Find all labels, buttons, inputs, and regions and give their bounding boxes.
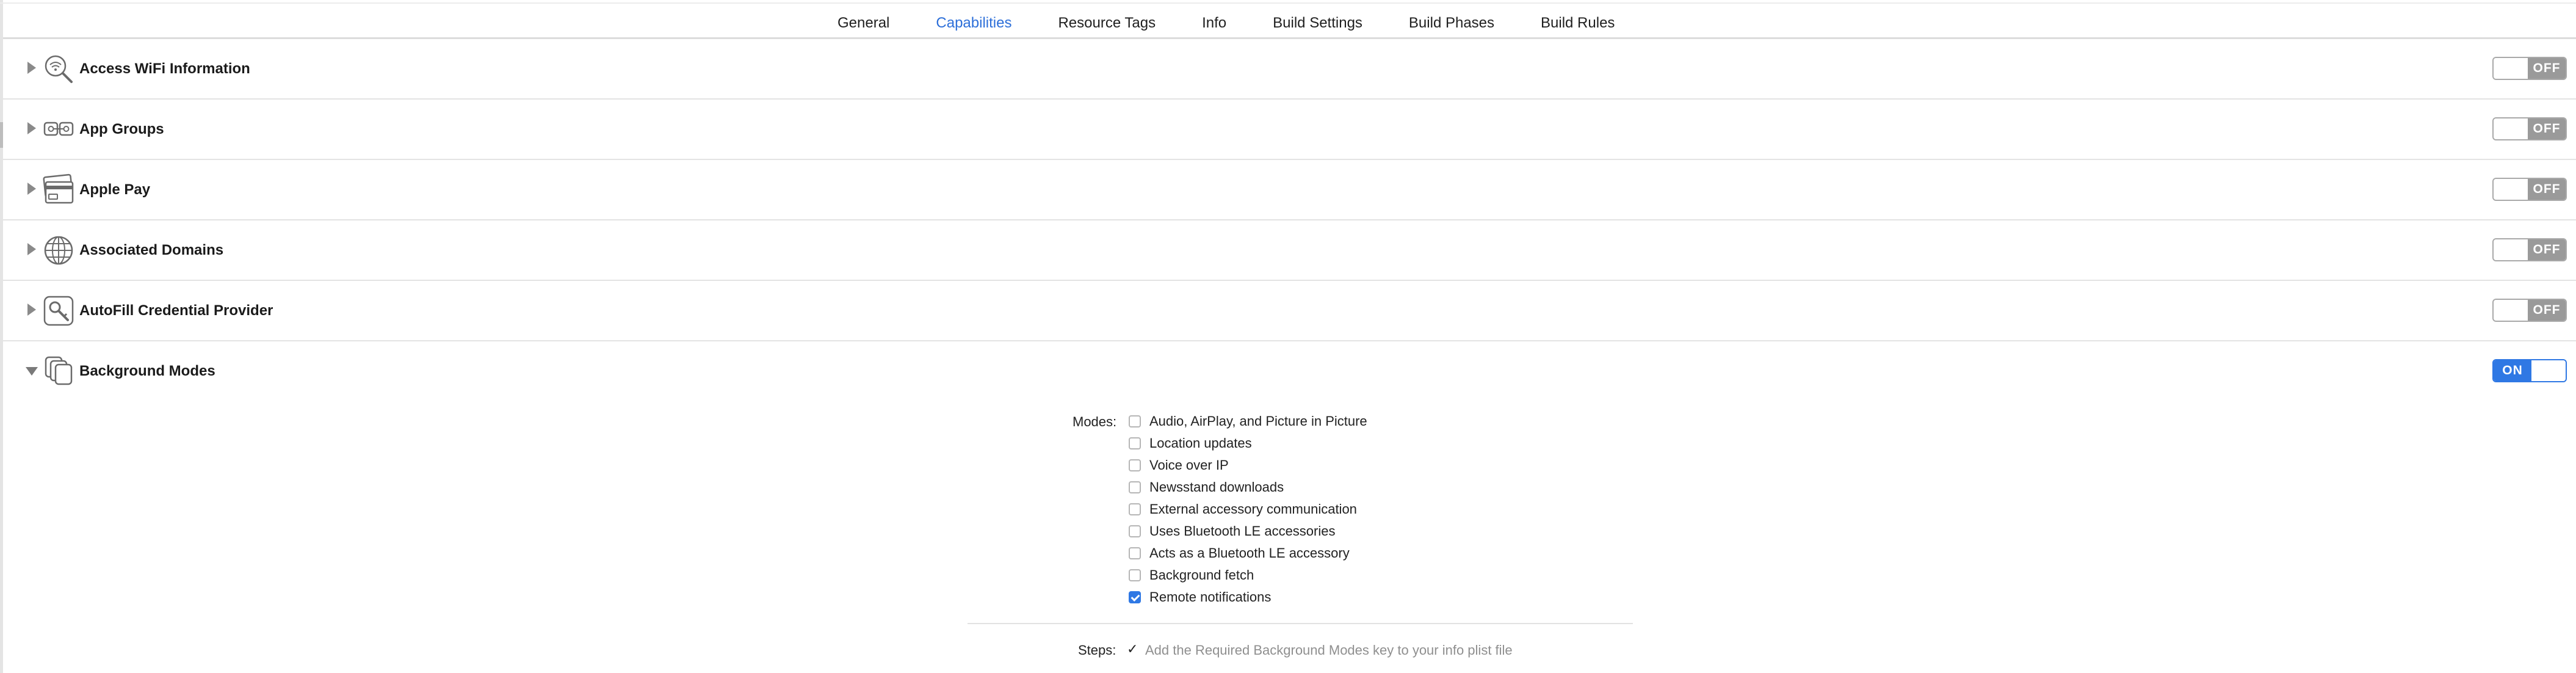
- disclosure-triangle[interactable]: [27, 304, 36, 316]
- toggle-state-label: ON: [2494, 360, 2531, 381]
- tab-general[interactable]: General: [838, 12, 889, 34]
- mode-label: Location updates: [1149, 435, 1252, 451]
- disclosure-triangle[interactable]: [27, 243, 36, 255]
- toggle-state-label: OFF: [2528, 58, 2566, 79]
- tab-capabilities[interactable]: Capabilities: [936, 12, 1011, 34]
- mode-label: Background fetch: [1149, 567, 1254, 583]
- mode-option[interactable]: Newsstand downloads: [1129, 478, 1284, 497]
- tab-build-phases[interactable]: Build Phases: [1409, 12, 1494, 34]
- toggle-state-label: OFF: [2528, 239, 2566, 260]
- disclosure-triangle[interactable]: [27, 122, 36, 134]
- toggle-knob: [2494, 179, 2528, 200]
- mode-label: Audio, AirPlay, and Picture in Picture: [1149, 413, 1367, 429]
- modes-label: Modes:: [1073, 414, 1117, 429]
- credit-card-icon: [43, 173, 74, 204]
- wifi-search-icon: [45, 55, 73, 83]
- mode-option[interactable]: Location updates: [1129, 434, 1252, 453]
- mode-option[interactable]: Uses Bluetooth LE accessories: [1129, 522, 1336, 540]
- tab-info[interactable]: Info: [1202, 12, 1226, 34]
- disclosure-triangle[interactable]: [27, 62, 36, 74]
- toggle-knob: [2494, 118, 2528, 139]
- steps-label: Steps:: [1078, 642, 1116, 658]
- capability-list: Access WiFi Information OFF App Groups O…: [3, 39, 2576, 401]
- mode-option[interactable]: Voice over IP: [1129, 456, 1229, 475]
- mode-checkbox[interactable]: [1129, 437, 1141, 449]
- step-checkmark: ✓: [1127, 641, 1138, 657]
- toggle-knob: [2494, 239, 2528, 260]
- mode-option[interactable]: External accessory communication: [1129, 500, 1357, 518]
- mode-checkbox[interactable]: [1129, 547, 1141, 559]
- toggle-knob: [2494, 300, 2528, 321]
- capability-toggle[interactable]: OFF: [2492, 117, 2567, 140]
- app-groups-icon: [43, 122, 74, 136]
- mode-label: Remote notifications: [1149, 589, 1272, 605]
- toggle-state-label: OFF: [2528, 179, 2566, 200]
- toggle-knob: [2531, 360, 2566, 381]
- globe-icon: [44, 236, 73, 265]
- capability-title: Apple Pay: [79, 181, 151, 198]
- capability-row-autofill: AutoFill Credential Provider OFF: [3, 281, 2576, 341]
- mode-checkbox[interactable]: [1129, 459, 1141, 471]
- capability-toggle[interactable]: ON: [2492, 359, 2567, 382]
- tab-build-rules[interactable]: Build Rules: [1541, 12, 1615, 34]
- capability-title: Background Modes: [79, 363, 215, 379]
- section-divider: [968, 623, 1633, 624]
- toggle-knob: [2494, 58, 2528, 79]
- mode-checkbox[interactable]: [1129, 503, 1141, 515]
- capability-row-apple-pay: Apple Pay OFF: [3, 160, 2576, 220]
- mode-label: Uses Bluetooth LE accessories: [1149, 523, 1336, 539]
- capability-title: AutoFill Credential Provider: [79, 302, 273, 319]
- mode-option[interactable]: Background fetch: [1129, 566, 1254, 584]
- mode-label: External accessory communication: [1149, 501, 1357, 517]
- tab-list: General Capabilities Resource Tags Info …: [838, 12, 1615, 34]
- mode-label: Newsstand downloads: [1149, 479, 1284, 495]
- mode-checkbox[interactable]: [1129, 525, 1141, 537]
- capability-row-access-wifi: Access WiFi Information OFF: [3, 39, 2576, 100]
- mode-checkbox[interactable]: [1129, 569, 1141, 581]
- mode-label: Acts as a Bluetooth LE accessory: [1149, 545, 1350, 561]
- capabilities-page: General Capabilities Resource Tags Info …: [0, 0, 2576, 673]
- capability-toggle[interactable]: OFF: [2492, 299, 2567, 322]
- capability-title: Associated Domains: [79, 242, 224, 258]
- mode-checkbox-checked[interactable]: [1129, 591, 1141, 603]
- key-icon: [43, 296, 74, 326]
- capability-toggle[interactable]: OFF: [2492, 238, 2567, 261]
- disclosure-triangle[interactable]: [27, 183, 36, 195]
- disclosure-triangle-open[interactable]: [26, 367, 38, 376]
- capability-row-background-modes: Background Modes ON: [3, 341, 2576, 401]
- mode-label: Voice over IP: [1149, 457, 1229, 473]
- mode-checkbox[interactable]: [1129, 481, 1141, 493]
- mode-option[interactable]: Acts as a Bluetooth LE accessory: [1129, 544, 1350, 562]
- mode-checkbox[interactable]: [1129, 415, 1141, 427]
- capability-title: App Groups: [79, 121, 164, 137]
- capability-toggle[interactable]: OFF: [2492, 57, 2567, 80]
- capability-title: Access WiFi Information: [79, 60, 250, 77]
- step-text: Add the Required Background Modes key to…: [1145, 642, 1513, 658]
- background-modes-panel: Modes: Audio, AirPlay, and Picture in Pi…: [0, 396, 2576, 658]
- tab-resource-tags[interactable]: Resource Tags: [1058, 12, 1156, 34]
- mode-option[interactable]: Remote notifications: [1129, 588, 1271, 606]
- toggle-state-label: OFF: [2528, 300, 2566, 321]
- toggle-state-label: OFF: [2528, 118, 2566, 139]
- editor-tab-bar: General Capabilities Resource Tags Info …: [3, 4, 2576, 39]
- tab-build-settings[interactable]: Build Settings: [1273, 12, 1362, 34]
- capability-row-app-groups: App Groups OFF: [3, 100, 2576, 160]
- mode-option[interactable]: Audio, AirPlay, and Picture in Picture: [1129, 412, 1367, 431]
- capability-row-associated-domains: Associated Domains OFF: [3, 220, 2576, 281]
- background-modes-icon: [45, 356, 73, 385]
- capability-toggle[interactable]: OFF: [2492, 178, 2567, 201]
